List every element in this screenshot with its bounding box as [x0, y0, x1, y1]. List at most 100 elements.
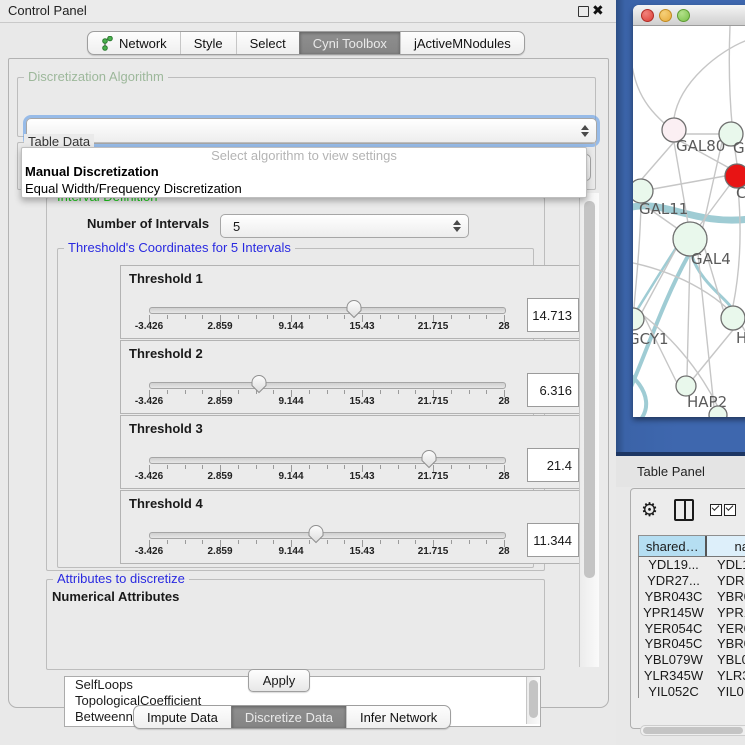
- slider-tick-label: 2.859: [197, 396, 243, 407]
- table-row[interactable]: YIL052C YIL0: [639, 683, 745, 698]
- slider-track[interactable]: [149, 307, 506, 314]
- table-row[interactable]: YDR27... YDR2: [639, 573, 745, 589]
- minimize-traffic-light-icon[interactable]: [659, 9, 672, 22]
- table-hscrollbar[interactable]: [640, 725, 745, 736]
- option-equal-width-frequency[interactable]: Equal Width/Frequency Discretization: [22, 180, 586, 197]
- panel-scrollbar[interactable]: [579, 193, 599, 667]
- threshold-value-field[interactable]: 11.344: [527, 523, 579, 557]
- slider-tick: [415, 390, 416, 394]
- table-row[interactable]: YPR145W YPR1: [639, 604, 745, 620]
- slider-tick: [469, 390, 470, 394]
- slider-tick: [415, 315, 416, 319]
- slider-tick: [238, 540, 239, 544]
- cell-name: YDR2: [708, 573, 745, 588]
- network-view-window[interactable]: GAL80GCGAL11GAL4GCY1HHAP2: [633, 5, 745, 417]
- tab-select[interactable]: Select: [236, 32, 299, 54]
- slider-tick: [309, 465, 310, 469]
- slider-thumb[interactable]: [345, 299, 363, 319]
- threshold-value-field[interactable]: 6.316: [527, 373, 579, 407]
- tab-impute-data[interactable]: Impute Data: [134, 706, 231, 728]
- discretization-algorithm-group: Discretization Algorithm: [17, 77, 596, 137]
- table-row[interactable]: YBR045C YBR0: [639, 636, 745, 652]
- network-node-label: GCY1: [633, 330, 669, 348]
- slider-tick: [486, 465, 487, 469]
- gear-icon[interactable]: ⚙: [641, 501, 658, 520]
- slider-tick-label: 15.43: [339, 471, 385, 482]
- option-manual-discretization[interactable]: Manual Discretization: [22, 163, 586, 180]
- network-edge: [641, 142, 674, 180]
- panel-scrollbar-thumb[interactable]: [584, 201, 595, 578]
- zoom-traffic-light-icon[interactable]: [677, 9, 690, 22]
- slider-tick-label: 28: [481, 471, 527, 482]
- cell-name: YBR0: [708, 589, 745, 604]
- network-edge: [633, 26, 664, 123]
- cell-name: YPR1: [708, 605, 745, 620]
- network-edge: [644, 316, 676, 381]
- apply-button[interactable]: Apply: [248, 669, 310, 692]
- slider-tick: [273, 465, 274, 469]
- threshold-label: Threshold 3: [129, 421, 203, 436]
- tab-discretize-data[interactable]: Discretize Data: [231, 706, 346, 728]
- tab-infer-network[interactable]: Infer Network: [346, 706, 450, 728]
- threshold-value-field[interactable]: 21.4: [527, 448, 579, 482]
- table-panel-title: Table Panel: [637, 464, 705, 479]
- slider-track[interactable]: [149, 382, 506, 389]
- slider-tick-label: 15.43: [339, 396, 385, 407]
- checkbox-icon[interactable]: [724, 504, 736, 516]
- slider-tick: [469, 315, 470, 319]
- slider-tick-label: -3.426: [126, 546, 172, 557]
- slider-thumb[interactable]: [250, 374, 268, 394]
- node-attribute-table[interactable]: shared… na YDL19... YDL1 YDR27... YDR2 Y…: [638, 535, 745, 698]
- tab-network-label: Network: [119, 36, 167, 51]
- slider-tick: [273, 390, 274, 394]
- slider-track[interactable]: [149, 532, 506, 539]
- slider-track[interactable]: [149, 457, 506, 464]
- close-traffic-light-icon[interactable]: [641, 9, 654, 22]
- numerical-attributes-label: Numerical Attributes: [52, 589, 179, 604]
- interval-definition-group: Interval Definition Number of Intervals …: [46, 197, 545, 571]
- split-columns-icon[interactable]: [674, 499, 694, 521]
- tab-jactivemnodules[interactable]: jActiveMNodules: [400, 32, 524, 54]
- network-node-label: GAL11: [639, 200, 688, 218]
- slider-tick-label: 21.715: [410, 471, 456, 482]
- slider-tick: [185, 315, 186, 319]
- tab-style[interactable]: Style: [180, 32, 236, 54]
- column-header-shared[interactable]: shared…: [639, 536, 707, 556]
- table-row[interactable]: YLR345W YLR3: [639, 668, 745, 684]
- slider-tick-label: 9.144: [268, 546, 314, 557]
- slider-tick: [202, 540, 203, 544]
- list-scrollbar[interactable]: [526, 677, 540, 724]
- cell-shared-name: YER054C: [639, 621, 708, 636]
- float-window-icon[interactable]: [578, 6, 589, 17]
- slider-tick: [167, 465, 168, 469]
- slider-tick-label: -3.426: [126, 321, 172, 332]
- table-row[interactable]: YBR043C YBR0: [639, 589, 745, 605]
- slider-tick: [202, 465, 203, 469]
- slider-tick: [327, 315, 328, 319]
- cell-name: YLR3: [708, 668, 745, 683]
- table-row[interactable]: YDL19... YDL1: [639, 557, 745, 573]
- network-node[interactable]: [721, 306, 745, 330]
- threshold-row: Threshold 2-3.4262.8599.14415.4321.71528…: [120, 340, 586, 414]
- slider-tick: [469, 465, 470, 469]
- algorithm-combobox[interactable]: [26, 118, 597, 144]
- tab-network[interactable]: Network: [88, 32, 180, 54]
- slider-thumb[interactable]: [420, 449, 438, 469]
- table-row[interactable]: YBL079W YBL0: [639, 652, 745, 668]
- threshold-value-field[interactable]: 14.713: [527, 298, 579, 332]
- network-node-label: G: [733, 139, 745, 157]
- checkbox-icon[interactable]: [710, 504, 722, 516]
- tab-cyni-toolbox[interactable]: Cyni Toolbox: [299, 32, 400, 54]
- cyni-bottom-tabs: Impute Data Discretize Data Infer Networ…: [133, 705, 451, 729]
- column-header-name[interactable]: na: [707, 536, 745, 556]
- network-canvas[interactable]: GAL80GCGAL11GAL4GCY1HHAP2: [633, 26, 745, 417]
- number-of-intervals-combobox[interactable]: 5: [220, 214, 469, 238]
- slider-tick: [451, 315, 452, 319]
- table-hscrollbar-thumb[interactable]: [643, 727, 743, 734]
- table-row[interactable]: YER054C YER0: [639, 620, 745, 636]
- slider-thumb[interactable]: [307, 524, 325, 544]
- network-window-titlebar[interactable]: [633, 5, 745, 26]
- list-scrollbar-thumb[interactable]: [529, 680, 538, 718]
- cell-shared-name: YBR045C: [639, 636, 708, 651]
- close-icon[interactable]: ✖: [592, 2, 604, 19]
